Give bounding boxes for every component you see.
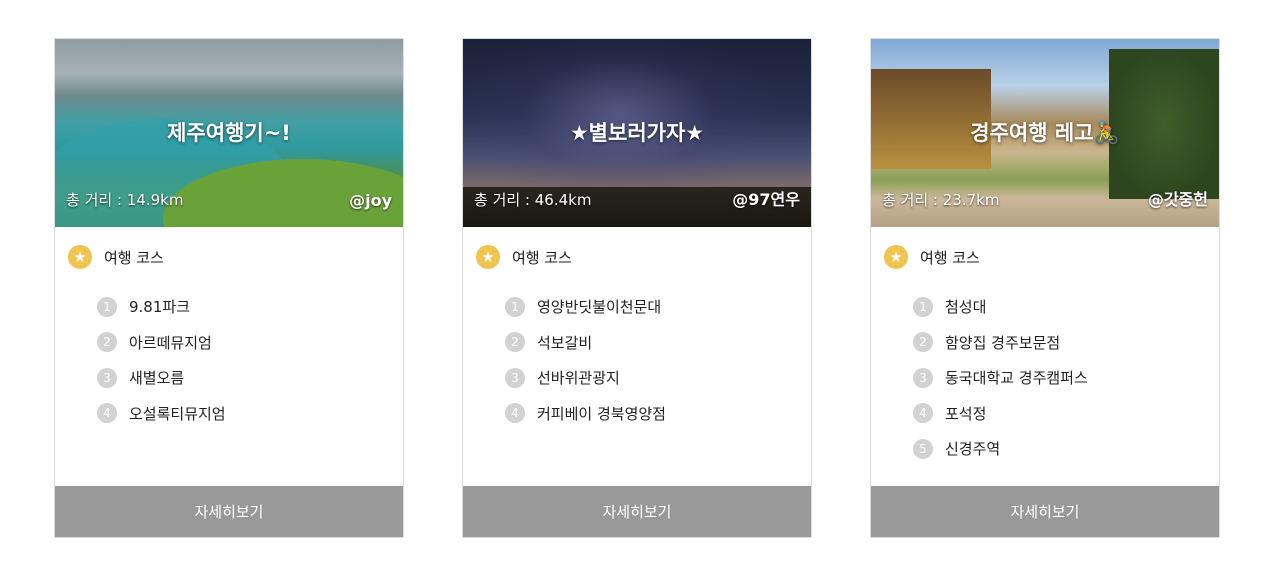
course-stop-list: 1 영양반딧불이천문대 2 석보갈비 3 선바위관광지 4 커피베이 경북영양점: [505, 289, 666, 431]
number-badge-icon: 2: [97, 332, 117, 353]
stop-name: 포석정: [945, 404, 987, 423]
stop-name: 함양집 경주보문점: [945, 333, 1061, 352]
total-distance: 총 거리 : 14.9km: [66, 191, 184, 209]
list-item: 1 첨성대: [913, 289, 1088, 325]
number-badge-icon: 4: [913, 403, 933, 424]
number-badge-icon: 2: [505, 332, 525, 353]
number-badge-icon: 3: [505, 367, 525, 388]
course-stop-list: 1 9.81파크 2 아르떼뮤지엄 3 새별오름 4 오설록티뮤지엄: [97, 289, 226, 431]
star-icon: ★: [476, 245, 500, 269]
detail-button[interactable]: 자세히보기: [463, 486, 811, 537]
card-hero-image: ★별보러가자★ 총 거리 : 46.4km @97연우: [463, 39, 811, 227]
stop-name: 아르떼뮤지엄: [129, 333, 212, 352]
course-card-gyeongju[interactable]: 경주여행 레고🚴 총 거리 : 23.7km @갓중헌 ★ 여행 코스 1 첨성대…: [870, 38, 1220, 538]
number-badge-icon: 4: [505, 403, 525, 424]
list-item: 2 석보갈비: [505, 325, 666, 361]
list-item: 2 함양집 경주보문점: [913, 325, 1088, 361]
course-header: ★ 여행 코스: [884, 245, 980, 269]
course-title: 경주여행 레고🚴: [970, 121, 1120, 145]
stop-name: 석보갈비: [537, 333, 593, 352]
stop-name: 신경주역: [945, 440, 1001, 459]
stop-name: 영양반딧불이천문대: [537, 298, 662, 317]
number-badge-icon: 3: [97, 367, 117, 388]
list-item: 3 새별오름: [97, 360, 226, 396]
stop-name: 동국대학교 경주캠퍼스: [945, 369, 1088, 388]
course-stop-list: 1 첨성대 2 함양집 경주보문점 3 동국대학교 경주캠퍼스 4 포석정 5 신경주역: [913, 289, 1088, 467]
course-header: ★ 여행 코스: [476, 245, 572, 269]
list-item: 4 오설록티뮤지엄: [97, 396, 226, 432]
number-badge-icon: 5: [913, 438, 933, 459]
course-label: 여행 코스: [104, 248, 164, 267]
stop-name: 9.81파크: [129, 298, 190, 317]
number-badge-icon: 1: [505, 296, 525, 317]
list-item: 1 영양반딧불이천문대: [505, 289, 666, 325]
course-title: ★별보러가자★: [569, 121, 705, 145]
number-badge-icon: 1: [913, 296, 933, 317]
number-badge-icon: 3: [913, 367, 933, 388]
stop-name: 오설록티뮤지엄: [129, 404, 226, 423]
list-item: 5 신경주역: [913, 431, 1088, 467]
list-item: 2 아르떼뮤지엄: [97, 325, 226, 361]
card-hero-image: 경주여행 레고🚴 총 거리 : 23.7km @갓중헌: [871, 39, 1219, 227]
course-title: 제주여행기~!: [167, 121, 291, 145]
course-label: 여행 코스: [512, 248, 572, 267]
course-label: 여행 코스: [920, 248, 980, 267]
number-badge-icon: 2: [913, 332, 933, 353]
detail-button[interactable]: 자세히보기: [871, 486, 1219, 537]
detail-button[interactable]: 자세히보기: [55, 486, 403, 537]
list-item: 3 선바위관광지: [505, 360, 666, 396]
list-item: 1 9.81파크: [97, 289, 226, 325]
star-icon: ★: [884, 245, 908, 269]
author-handle[interactable]: @joy: [349, 191, 392, 210]
course-card-stars[interactable]: ★별보러가자★ 총 거리 : 46.4km @97연우 ★ 여행 코스 1 영양반…: [462, 38, 812, 538]
stop-name: 선바위관광지: [537, 369, 620, 388]
course-header: ★ 여행 코스: [68, 245, 164, 269]
card-hero-image: 제주여행기~! 총 거리 : 14.9km @joy: [55, 39, 403, 227]
author-handle[interactable]: @갓중헌: [1148, 186, 1208, 210]
total-distance: 총 거리 : 23.7km: [882, 191, 1000, 209]
total-distance: 총 거리 : 46.4km: [474, 191, 592, 209]
list-item: 4 포석정: [913, 396, 1088, 432]
number-badge-icon: 4: [97, 403, 117, 424]
stop-name: 커피베이 경북영양점: [537, 404, 666, 423]
list-item: 4 커피베이 경북영양점: [505, 396, 666, 432]
number-badge-icon: 1: [97, 296, 117, 317]
list-item: 3 동국대학교 경주캠퍼스: [913, 360, 1088, 396]
author-handle[interactable]: @97연우: [732, 186, 800, 210]
stop-name: 새별오름: [129, 369, 185, 388]
star-icon: ★: [68, 245, 92, 269]
course-card-jeju[interactable]: 제주여행기~! 총 거리 : 14.9km @joy ★ 여행 코스 1 9.81…: [54, 38, 404, 538]
stop-name: 첨성대: [945, 298, 987, 317]
